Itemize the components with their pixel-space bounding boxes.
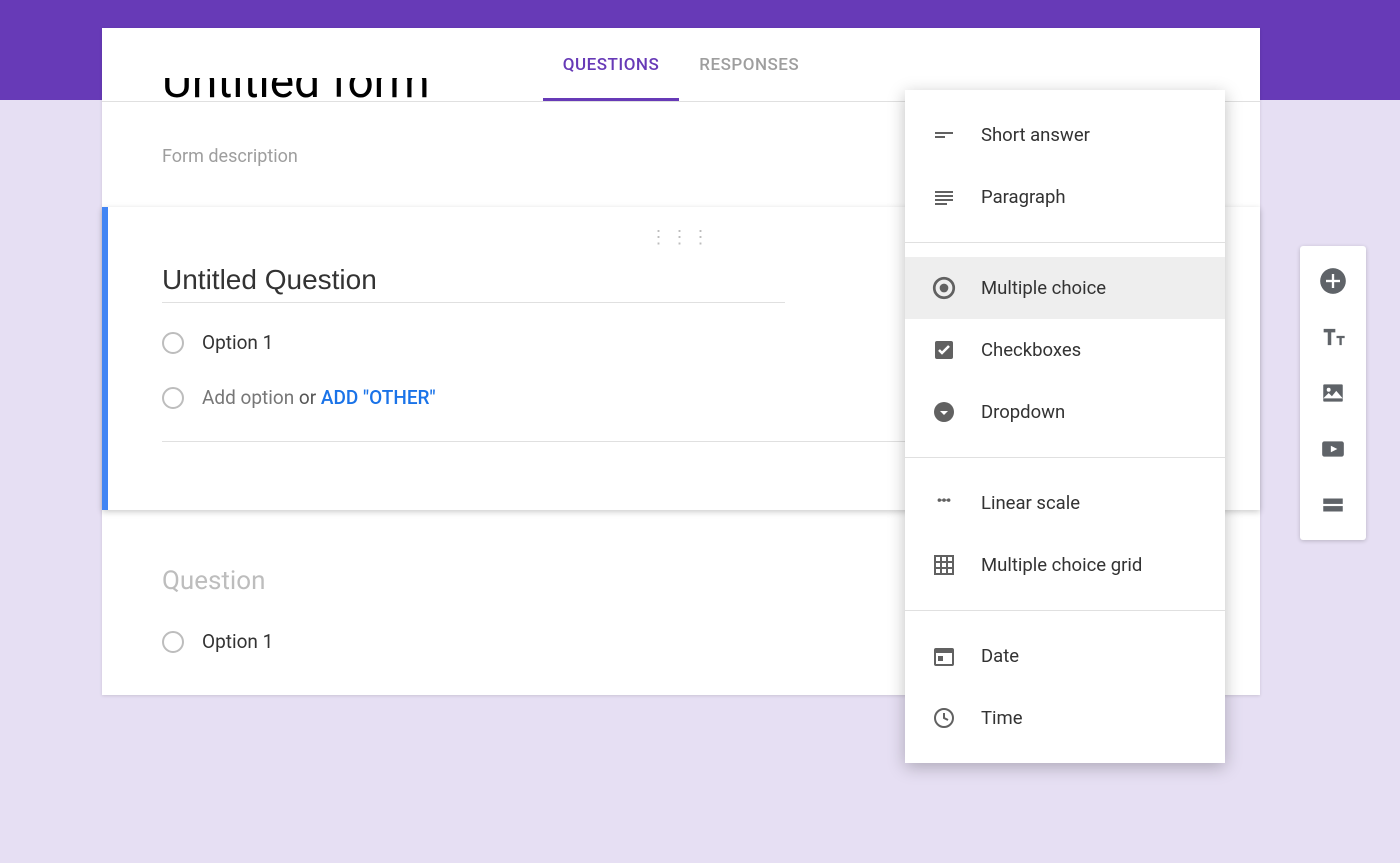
tab-questions[interactable]: QUESTIONS <box>543 28 679 101</box>
menu-item-label: Short answer <box>981 124 1090 146</box>
multiple-choice-icon <box>931 275 957 301</box>
add-title-button[interactable] <box>1318 322 1348 352</box>
menu-item-time[interactable]: Time <box>905 687 1225 749</box>
add-or-text: or <box>294 386 321 409</box>
menu-item-label: Linear scale <box>981 492 1080 514</box>
menu-item-label: Checkboxes <box>981 339 1081 361</box>
menu-item-label: Date <box>981 645 1019 667</box>
date-icon <box>931 643 957 669</box>
menu-item-multiple-choice-grid[interactable]: Multiple choice grid <box>905 534 1225 596</box>
menu-item-paragraph[interactable]: Paragraph <box>905 166 1225 228</box>
radio-icon <box>162 387 184 409</box>
option-label: Option 1 <box>202 630 273 653</box>
floating-toolbar <box>1300 246 1366 540</box>
radio-icon <box>162 631 184 653</box>
menu-item-label: Dropdown <box>981 401 1065 423</box>
add-image-button[interactable] <box>1318 378 1348 408</box>
menu-item-short-answer[interactable]: Short answer <box>905 104 1225 166</box>
checkboxes-icon <box>931 337 957 363</box>
question-title-placeholder[interactable]: Question <box>162 560 785 602</box>
short-answer-icon <box>931 122 957 148</box>
add-option-text[interactable]: Add option <box>202 386 294 409</box>
linear-scale-icon <box>931 490 957 516</box>
menu-item-linear-scale[interactable]: Linear scale <box>905 472 1225 534</box>
option-label[interactable]: Option 1 <box>202 331 273 354</box>
menu-item-label: Multiple choice grid <box>981 554 1142 576</box>
paragraph-icon <box>931 184 957 210</box>
add-other-link[interactable]: ADD "OTHER" <box>321 386 436 409</box>
menu-item-label: Paragraph <box>981 186 1066 208</box>
question-title-input[interactable] <box>162 258 785 303</box>
menu-item-multiple-choice[interactable]: Multiple choice <box>905 257 1225 319</box>
radio-icon <box>162 332 184 354</box>
menu-item-date[interactable]: Date <box>905 625 1225 687</box>
add-video-button[interactable] <box>1318 434 1348 464</box>
grid-icon <box>931 552 957 578</box>
tab-responses[interactable]: RESPONSES <box>679 28 819 101</box>
menu-item-checkboxes[interactable]: Checkboxes <box>905 319 1225 381</box>
time-icon <box>931 705 957 731</box>
add-question-button[interactable] <box>1318 266 1348 296</box>
dropdown-icon <box>931 399 957 425</box>
menu-item-label: Time <box>981 707 1023 729</box>
add-section-button[interactable] <box>1318 490 1348 520</box>
menu-item-dropdown[interactable]: Dropdown <box>905 381 1225 443</box>
question-type-menu: Short answer Paragraph Multiple choice C… <box>905 90 1225 763</box>
menu-item-label: Multiple choice <box>981 277 1106 299</box>
